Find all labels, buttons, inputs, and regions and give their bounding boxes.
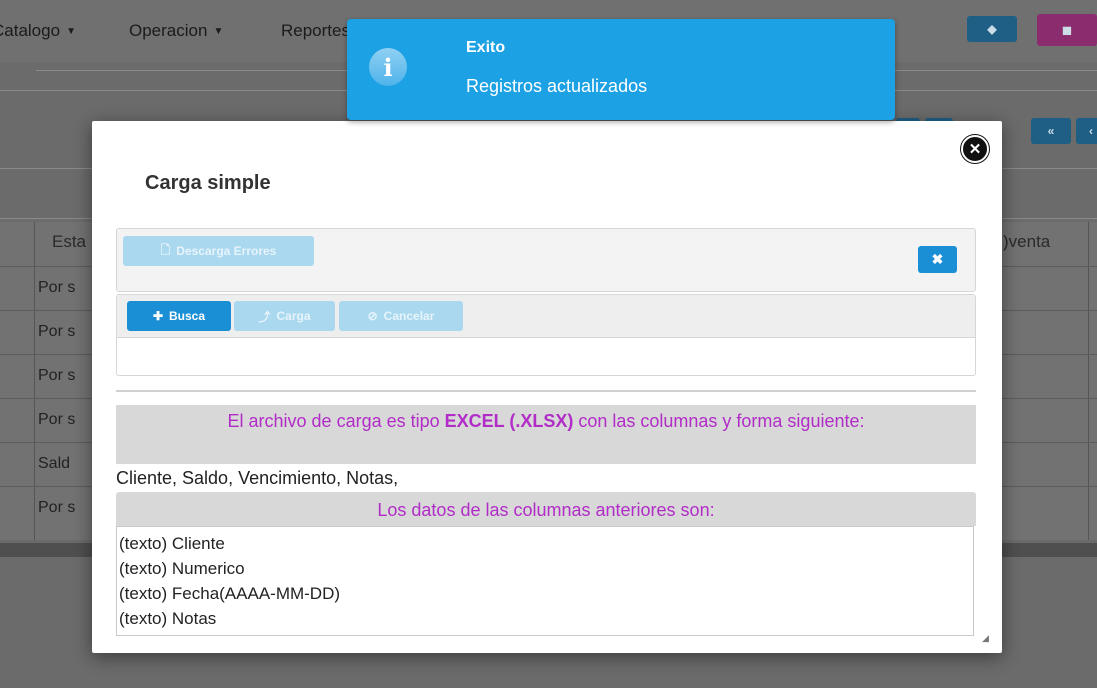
data-type-line: (texto) Notas: [119, 609, 217, 628]
data-type-line: (texto) Cliente: [119, 534, 225, 553]
file-icon: 🗋: [160, 242, 171, 257]
data-types-header: Los datos de las columnas anteriores son…: [116, 492, 976, 526]
bg-prev-button[interactable]: ‹: [1076, 118, 1097, 144]
data-type-line: (texto) Fecha(AAAA-MM-DD): [119, 584, 341, 603]
table-cell: Por s: [38, 279, 76, 296]
success-notification[interactable]: i Exito Registros actualizados: [347, 19, 895, 120]
download-errors-button[interactable]: 🗋 Descarga Errores: [123, 236, 314, 266]
table-cell: Por s: [38, 499, 76, 516]
upload-button[interactable]: ⤴ Carga: [234, 301, 335, 331]
columns-list: Cliente, Saldo, Vencimiento, Notas,: [116, 468, 399, 488]
close-x-icon: ✖: [931, 251, 944, 267]
data-types-textarea[interactable]: (texto) Cliente (texto) Numerico (texto)…: [116, 526, 974, 636]
info-icon: i: [369, 48, 407, 86]
cancel-button[interactable]: ⊘ Cancelar: [339, 301, 463, 331]
box-icon: ◼: [1062, 23, 1072, 37]
menu-label: Catalogo: [0, 21, 61, 40]
search-button-label: Busca: [169, 309, 206, 323]
notification-message: Registros actualizados: [466, 76, 648, 96]
table-cell: Sald: [38, 455, 71, 472]
table-cell: Por s: [38, 323, 76, 340]
bg-user-button[interactable]: ◆: [967, 16, 1017, 42]
modal-title: Carga simple: [145, 172, 271, 194]
caret-down-icon: ▼: [66, 26, 76, 37]
chevron-left-icon: «: [1047, 124, 1055, 138]
plus-icon: ✚: [152, 309, 164, 323]
resize-handle-icon[interactable]: ◢: [982, 634, 990, 643]
table-header-estado: Esta: [52, 232, 87, 251]
upload-icon: ⤴: [258, 309, 271, 324]
menu-reportes[interactable]: Reportes: [281, 21, 350, 41]
cancel-button-label: Cancelar: [383, 309, 435, 323]
bg-box-button[interactable]: ◼: [1037, 14, 1097, 46]
info-prefix: El archivo de carga es tipo: [227, 411, 445, 431]
ban-icon: ⊘: [367, 309, 378, 323]
file-format-info: El archivo de carga es tipo EXCEL (.XLSX…: [116, 405, 976, 464]
menu-label: Operacion: [129, 21, 208, 40]
close-icon[interactable]: ✕: [961, 135, 989, 163]
menu-operacion[interactable]: Operacion ▼: [129, 21, 223, 41]
info-format: EXCEL (.XLSX): [444, 411, 574, 431]
data-type-line: (texto) Numerico: [119, 559, 245, 578]
caret-down-icon: ▼: [213, 26, 224, 37]
menu-catalogo[interactable]: Catalogo ▼: [0, 21, 76, 41]
search-button[interactable]: ✚ Busca: [127, 301, 231, 331]
notification-title: Exito: [466, 39, 506, 56]
upload-button-label: Carga: [276, 309, 311, 323]
info-suffix: con las columnas y forma siguiente:: [573, 411, 865, 431]
divider: [116, 390, 976, 392]
bg-prev-button[interactable]: «: [1031, 118, 1071, 144]
table-header-venta: )venta: [1003, 232, 1051, 251]
menu-label: Reportes: [281, 21, 350, 40]
table-cell: Por s: [38, 367, 76, 384]
table-cell: Por s: [38, 411, 76, 428]
user-icon: ◆: [987, 22, 997, 36]
chevron-left-icon: ‹: [1089, 124, 1093, 138]
dismiss-errors-button[interactable]: ✖: [918, 246, 957, 273]
download-errors-label: Descarga Errores: [176, 244, 277, 258]
